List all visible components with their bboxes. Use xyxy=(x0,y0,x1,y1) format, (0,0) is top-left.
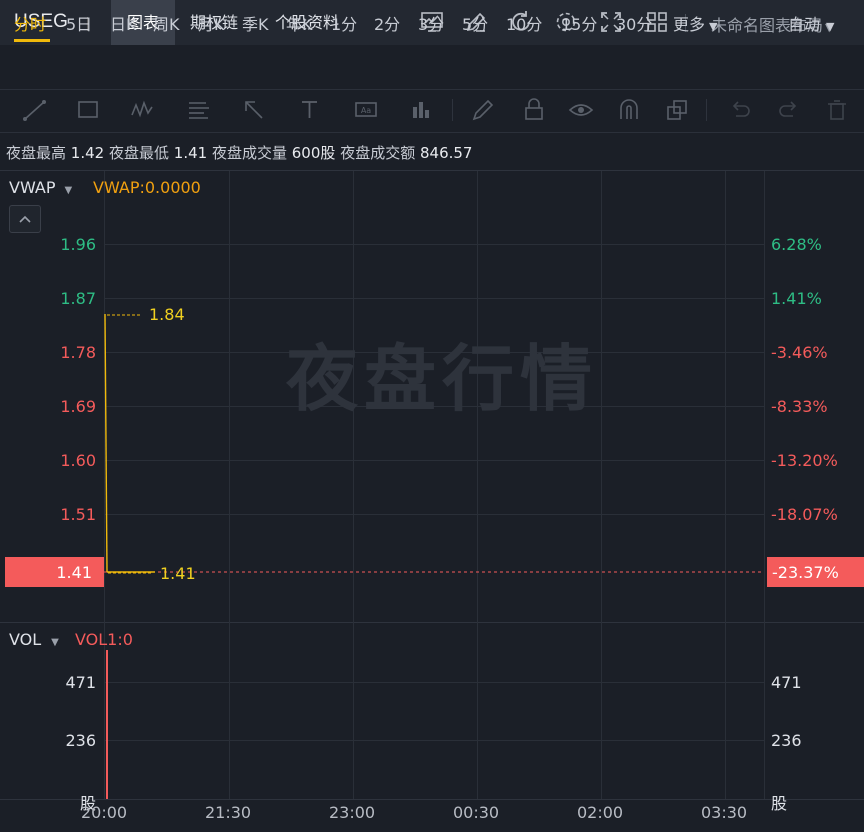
time-axis-label: 20:00 xyxy=(81,803,128,822)
volume-indicator-name: VOL xyxy=(9,630,42,649)
time-axis-label: 03:30 xyxy=(701,803,748,822)
time-axis-label: 23:00 xyxy=(329,803,376,822)
volume-axis-label: 236 xyxy=(771,731,802,750)
low-marker-label: 1.41 xyxy=(160,564,196,583)
price-chart xyxy=(104,313,764,799)
time-axis-label: 02:00 xyxy=(577,803,624,822)
high-marker-label: 1.84 xyxy=(149,305,185,324)
volume-unit-label: 股 xyxy=(771,794,788,813)
volume-indicator-selector[interactable]: VOL ▼ xyxy=(9,630,59,649)
caret-down-icon: ▼ xyxy=(51,637,59,648)
price-series-line xyxy=(104,313,108,573)
volume-axis-label: 471 xyxy=(771,673,802,692)
volume-axis-label: 236 xyxy=(65,731,96,750)
volume-axis-label: 471 xyxy=(65,673,96,692)
time-axis-label: 00:30 xyxy=(453,803,500,822)
vol1-value: VOL1:0 xyxy=(75,630,133,649)
time-axis-label: 21:30 xyxy=(205,803,252,822)
